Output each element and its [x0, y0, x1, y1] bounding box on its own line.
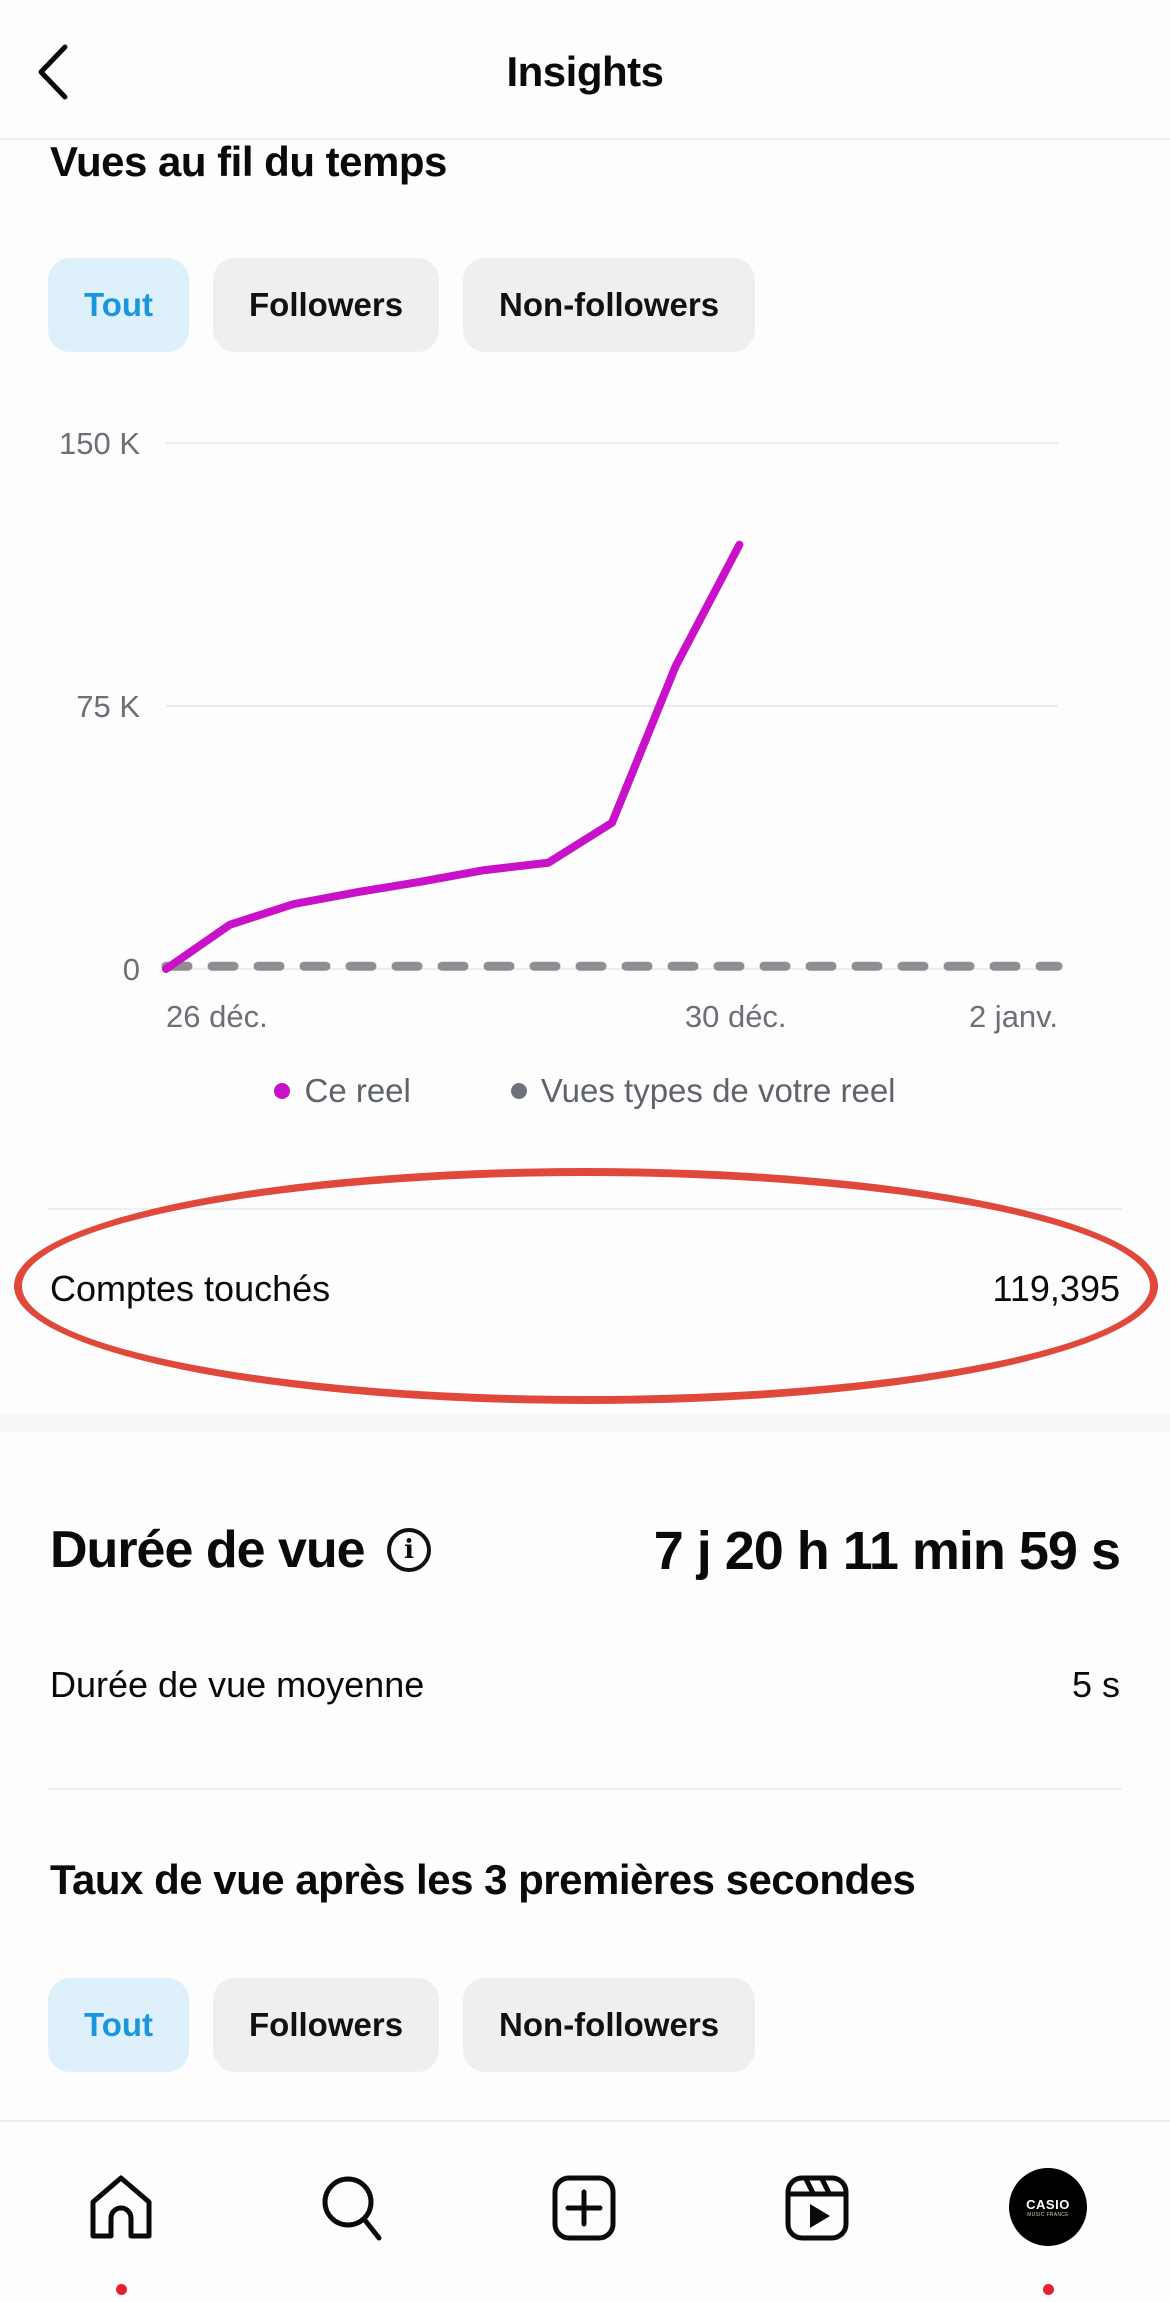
divider	[48, 1208, 1122, 1210]
reach-row: Comptes touchés 119,395	[50, 1264, 1120, 1314]
x-tick-label: 2 janv.	[969, 999, 1058, 1034]
average-watch-time-row: Durée de vue moyenne 5 s	[50, 1660, 1120, 1710]
filter-tout[interactable]: Tout	[48, 1978, 190, 2072]
average-watch-time-label: Durée de vue moyenne	[50, 1664, 425, 1705]
top-bar: Insights	[0, 0, 1170, 140]
bottom-navigation: CASIO MUSIC FRANCE	[0, 2120, 1170, 2302]
y-tick-label: 150 K	[59, 426, 140, 461]
nav-profile[interactable]: CASIO MUSIC FRANCE	[1003, 2162, 1093, 2295]
plus-square-icon	[552, 2175, 616, 2241]
retention-filter-group: Tout Followers Non-followers	[48, 1978, 756, 2072]
retention-section-title: Taux de vue après les 3 premières second…	[50, 1856, 916, 1903]
notification-dot	[1043, 2284, 1054, 2295]
reach-value: 119,395	[992, 1268, 1120, 1309]
watch-time-label: Durée de vue	[50, 1521, 366, 1579]
views-filter-group: Tout Followers Non-followers	[48, 258, 756, 352]
legend-dot-this-reel	[274, 1083, 291, 1099]
legend-dot-typical-views	[510, 1083, 527, 1099]
page-title: Insights	[506, 48, 664, 95]
watch-time-total: 7 j 20 h 11 min 59 s	[653, 1521, 1121, 1581]
avatar-subtext: MUSIC FRANCE	[1027, 2211, 1069, 2218]
y-tick-label: 75 K	[76, 689, 140, 724]
reach-label: Comptes touchés	[50, 1268, 331, 1309]
filter-non-followers[interactable]: Non-followers	[463, 258, 756, 352]
nav-home[interactable]	[76, 2162, 166, 2295]
x-tick-label: 30 déc.	[685, 999, 787, 1034]
legend-item-typical-views: Vues types de votre reel	[510, 1072, 896, 1110]
filter-followers[interactable]: Followers	[213, 258, 440, 352]
x-tick-label: 26 déc.	[166, 999, 268, 1034]
average-watch-time-value: 5 s	[1071, 1664, 1120, 1705]
section-separator	[0, 1414, 1170, 1432]
legend-label: Ce reel	[304, 1072, 411, 1109]
nav-create[interactable]	[539, 2162, 629, 2252]
views-chart: 0 75 K 150 K 26 déc. 30 déc. 2 janv.	[0, 400, 1170, 1040]
watch-time-title: Durée de vue i	[50, 1520, 431, 1580]
chart-legend: Ce reel Vues types de votre reel	[0, 1072, 1170, 1110]
filter-non-followers[interactable]: Non-followers	[463, 1978, 756, 2072]
avatar-text: CASIO	[1026, 2196, 1070, 2212]
line-chart: 0 75 K 150 K 26 déc. 30 déc. 2 janv.	[59, 426, 1063, 1034]
divider	[48, 1788, 1122, 1790]
views-section-title: Vues au fil du temps	[50, 138, 447, 185]
nav-search[interactable]	[307, 2162, 397, 2252]
filter-followers[interactable]: Followers	[213, 1978, 440, 2072]
search-icon	[322, 2176, 382, 2241]
nav-reels[interactable]	[772, 2162, 862, 2252]
reels-icon	[785, 2175, 849, 2241]
avatar: CASIO MUSIC FRANCE	[1009, 2168, 1087, 2246]
notification-dot	[116, 2284, 127, 2295]
info-icon[interactable]: i	[386, 1528, 431, 1572]
y-tick-label: 0	[123, 952, 140, 987]
legend-label: Vues types de votre reel	[540, 1072, 896, 1109]
series-line-ce-reel	[162, 540, 744, 973]
legend-item-this-reel: Ce reel	[274, 1072, 411, 1110]
filter-tout[interactable]: Tout	[48, 258, 190, 352]
home-icon	[90, 2175, 152, 2239]
